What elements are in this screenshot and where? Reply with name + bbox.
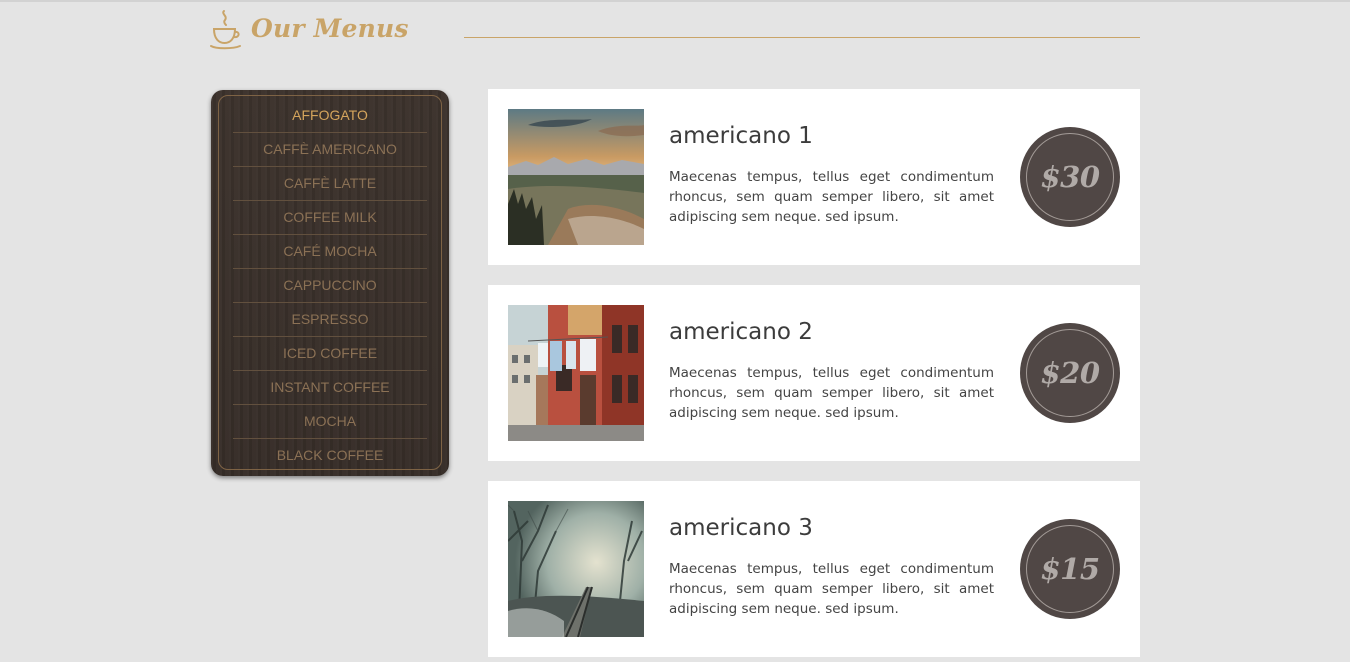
price-badge: $15 — [1020, 519, 1120, 619]
price-label: $30 — [1040, 160, 1100, 194]
menu-item-description: Maecenas tempus, tellus eget condimentum… — [669, 561, 994, 617]
sidebar-item-caffe-americano[interactable]: CAFFÈ AMERICANO — [233, 133, 427, 167]
menu-item-description: Maecenas tempus, tellus eget condimentum… — [669, 169, 994, 225]
menu-item-title: americano 1 — [669, 123, 813, 149]
page-title: Our Menus — [251, 14, 409, 43]
price-label: $20 — [1040, 356, 1100, 390]
price-badge: $20 — [1020, 323, 1120, 423]
menu-item-title: americano 2 — [669, 319, 813, 345]
sidebar-item-black-coffee[interactable]: BLACK COFFEE — [233, 439, 427, 472]
menu-sidebar: AFFOGATO CAFFÈ AMERICANO CAFFÈ LATTE COF… — [211, 90, 449, 476]
sidebar-item-instant-coffee[interactable]: INSTANT COFFEE — [233, 371, 427, 405]
menu-card: americano 3 Maecenas tempus, tellus eget… — [488, 481, 1140, 657]
header-divider — [464, 37, 1140, 38]
sidebar-item-iced-coffee[interactable]: ICED COFFEE — [233, 337, 427, 371]
mountain-sunset-photo[interactable] — [508, 109, 644, 245]
sidebar-item-cafe-mocha[interactable]: CAFÉ MOCHA — [233, 235, 427, 269]
sidebar-item-espresso[interactable]: ESPRESSO — [233, 303, 427, 337]
top-border — [0, 0, 1350, 2]
street-buildings-photo[interactable] — [508, 305, 644, 441]
sidebar-item-caffe-latte[interactable]: CAFFÈ LATTE — [233, 167, 427, 201]
sidebar-frame: AFFOGATO CAFFÈ AMERICANO CAFFÈ LATTE COF… — [218, 95, 442, 470]
menu-item-title: americano 3 — [669, 515, 813, 541]
menu-item-description: Maecenas tempus, tellus eget condimentum… — [669, 365, 994, 421]
foggy-railway-photo[interactable] — [508, 501, 644, 637]
price-label: $15 — [1040, 552, 1100, 586]
sidebar-item-cappuccino[interactable]: CAPPUCCINO — [233, 269, 427, 303]
page-header: Our Menus — [209, 8, 1140, 52]
menu-card: americano 1 Maecenas tempus, tellus eget… — [488, 89, 1140, 265]
sidebar-item-mocha[interactable]: MOCHA — [233, 405, 427, 439]
menu-category-list: AFFOGATO CAFFÈ AMERICANO CAFFÈ LATTE COF… — [233, 99, 427, 472]
sidebar-item-affogato[interactable]: AFFOGATO — [233, 99, 427, 133]
coffee-cup-icon — [210, 10, 241, 50]
sidebar-item-coffee-milk[interactable]: COFFEE MILK — [233, 201, 427, 235]
menu-card: americano 2 Maecenas tempus, tellus eget… — [488, 285, 1140, 461]
price-badge: $30 — [1020, 127, 1120, 227]
